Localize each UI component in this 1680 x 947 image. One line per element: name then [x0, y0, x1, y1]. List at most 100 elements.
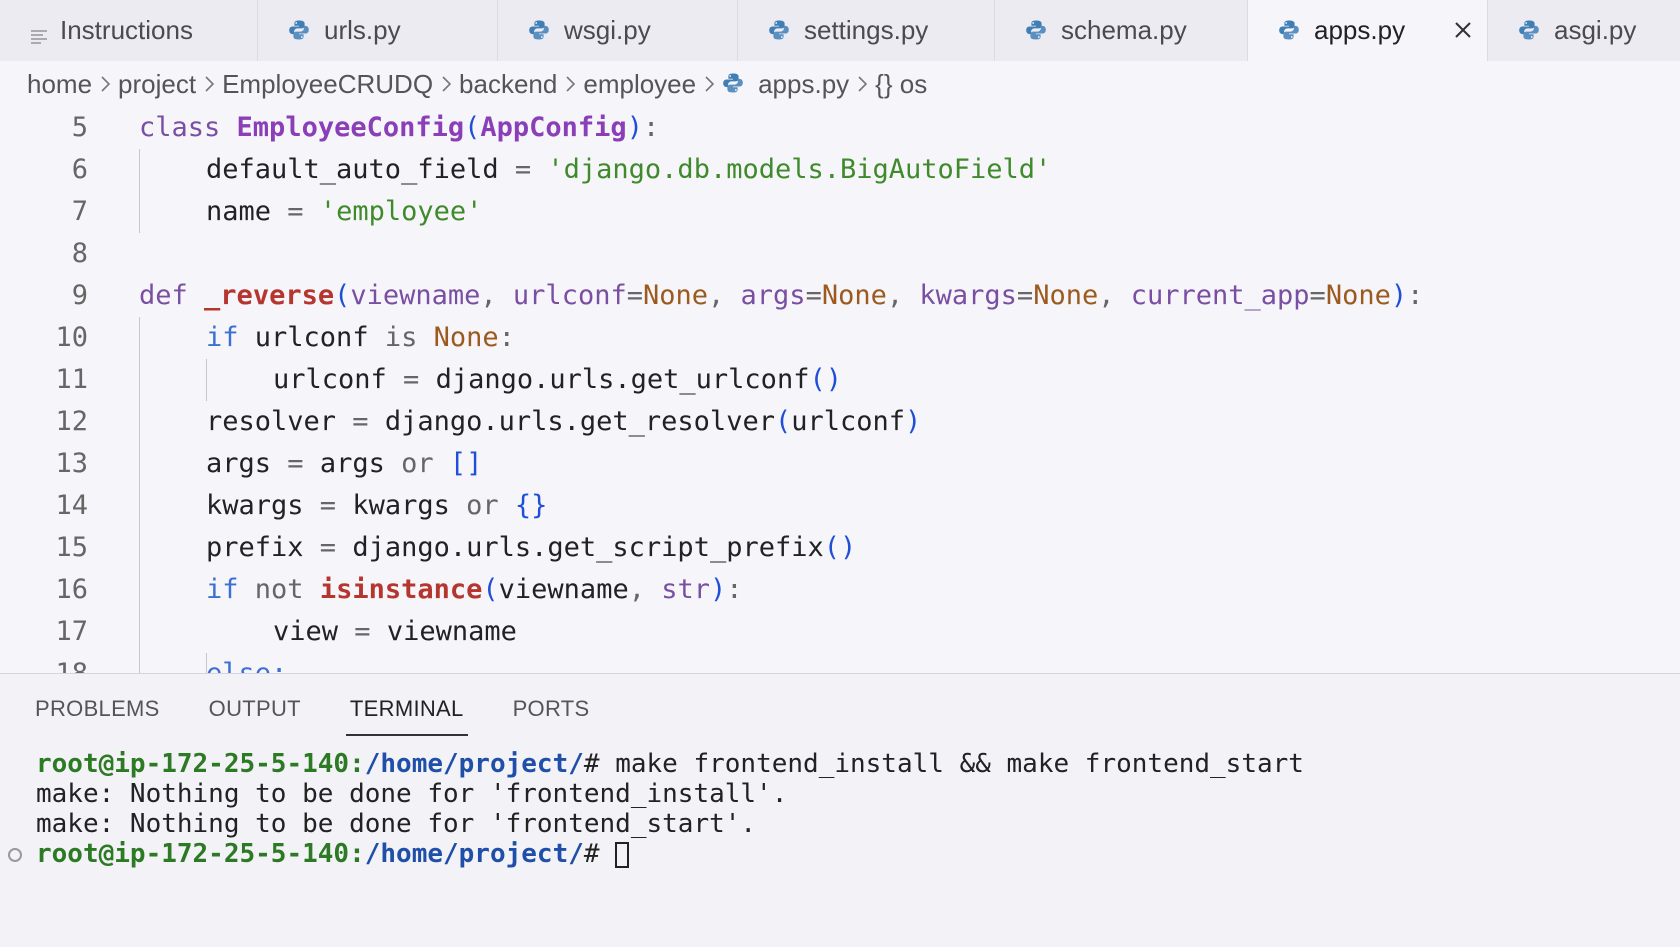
line-number: 9	[71, 280, 88, 311]
breadcrumb-label: backend	[459, 68, 558, 99]
tab-ports[interactable]: PORTS	[513, 696, 590, 736]
comma: ,	[708, 280, 741, 311]
breadcrumb-employee[interactable]: employee	[583, 69, 696, 100]
breadcrumb-label: employee	[583, 68, 697, 99]
paren: (	[774, 406, 792, 437]
comma: ,	[628, 574, 662, 605]
code-line: 8	[0, 233, 1680, 275]
breadcrumb-home[interactable]: home	[27, 69, 92, 100]
tab-asgi-py[interactable]: asgi.py	[1488, 0, 1680, 61]
tab-urls-py[interactable]: urls.py	[258, 0, 498, 61]
prompt-hash: #	[583, 749, 600, 779]
code-line: 13 args = args or []	[0, 443, 1680, 485]
breadcrumb-backend[interactable]: backend	[459, 69, 557, 100]
paren: )	[626, 112, 643, 143]
tab-label: settings.py	[804, 15, 929, 45]
tab-instructions[interactable]: Instructions	[0, 0, 258, 61]
python-icon	[1025, 19, 1049, 43]
variable: viewname	[386, 616, 517, 647]
code-editor[interactable]: 5 class EmployeeConfig(AppConfig): 6 def…	[0, 107, 1680, 673]
chevron-right-icon	[849, 75, 875, 93]
operator: =	[1016, 280, 1034, 311]
line-number: 6	[71, 154, 88, 185]
paren: (	[334, 280, 351, 311]
operator: =	[1309, 280, 1326, 311]
line-number: 14	[55, 490, 88, 521]
code-text: default_auto_field = 'django.db.models.B…	[206, 149, 1051, 191]
colon: :	[1407, 280, 1424, 311]
tab-schema-py[interactable]: schema.py	[995, 0, 1248, 61]
keyword: if	[206, 574, 239, 605]
none-literal: None	[642, 280, 709, 311]
terminal-line: root@ip-172-25-5-140:/home/project/# mak…	[36, 749, 1304, 779]
tab-wsgi-py[interactable]: wsgi.py	[498, 0, 738, 61]
variable: args	[319, 448, 385, 479]
parameter: viewname	[350, 280, 481, 311]
tab-output[interactable]: OUTPUT	[209, 696, 301, 736]
breadcrumb-apps-py[interactable]: apps.py	[722, 69, 849, 100]
operator: =	[303, 532, 353, 563]
code-text: args = args or []	[206, 443, 482, 485]
line-number: 18	[0, 653, 88, 673]
tab-settings-py[interactable]: settings.py	[738, 0, 995, 61]
bottom-panel: PROBLEMS OUTPUT TERMINAL PORTS root@ip-1…	[0, 673, 1680, 947]
argument: viewname	[498, 574, 629, 605]
chevron-right-icon	[696, 75, 722, 93]
prompt-path: /home/project/	[364, 839, 584, 869]
paren: )	[710, 574, 727, 605]
code-text: class EmployeeConfig(AppConfig):	[139, 107, 659, 149]
function-name: _reverse	[204, 280, 335, 311]
keyword: def	[139, 280, 188, 311]
code-text: else:	[206, 653, 287, 673]
operator: =	[386, 364, 436, 395]
class-name: EmployeeConfig	[236, 112, 465, 143]
python-icon	[1518, 19, 1542, 43]
close-icon[interactable]	[1453, 20, 1475, 42]
paren: )	[905, 406, 922, 437]
colon: :	[642, 112, 660, 143]
parameter: current_app	[1130, 280, 1310, 311]
paren: (	[482, 574, 499, 605]
code-line: 17 view = viewname	[0, 611, 1680, 653]
paren: )	[1390, 280, 1408, 311]
none-literal: None	[821, 280, 887, 311]
code-line: 14 kwargs = kwargs or {}	[0, 485, 1680, 527]
line-number: 5	[71, 112, 88, 143]
breadcrumb-employeecrudq[interactable]: EmployeeCRUDQ	[222, 69, 433, 100]
operator: is	[384, 322, 418, 353]
terminal[interactable]: root@ip-172-25-5-140:/home/project/# mak…	[36, 749, 1304, 869]
operator: =	[336, 406, 385, 437]
tab-terminal[interactable]: TERMINAL	[345, 696, 468, 736]
list-literal: []	[449, 448, 483, 479]
code-line: 15 prefix = django.urls.get_script_prefi…	[0, 527, 1680, 569]
line-number: 10	[55, 322, 88, 353]
variable: urlconf	[273, 364, 387, 395]
line-number: 15	[55, 532, 88, 563]
prompt-separator: :	[349, 749, 365, 779]
code-text: view = viewname	[273, 611, 517, 653]
code-line: 6 default_auto_field = 'django.db.models…	[0, 149, 1680, 191]
operator: or	[466, 490, 499, 521]
variable: args	[206, 448, 272, 479]
terminal-line: make: Nothing to be done for 'frontend_i…	[36, 779, 1304, 809]
tab-label: schema.py	[1061, 15, 1187, 45]
tab-apps-py[interactable]: apps.py	[1248, 0, 1488, 61]
builtin-type: str	[661, 574, 710, 605]
code-line: 9 def _reverse(viewname, urlconf=None, a…	[0, 275, 1680, 317]
comma: ,	[480, 280, 513, 311]
operator: =	[271, 196, 320, 227]
base-class: AppConfig	[480, 112, 627, 143]
parameter: kwargs	[919, 280, 1017, 311]
breadcrumb: home project EmployeeCRUDQ backend emplo…	[0, 61, 1680, 107]
tab-problems[interactable]: PROBLEMS	[35, 696, 160, 736]
string-literal: 'django.db.models.BigAutoField'	[547, 154, 1052, 185]
breadcrumb-project[interactable]: project	[118, 69, 196, 100]
operator: or	[401, 448, 434, 479]
operator: =	[805, 280, 822, 311]
code-text: if not isinstance(viewname, str):	[206, 569, 743, 611]
chevron-right-icon	[92, 75, 118, 93]
command-status-icon	[8, 848, 22, 862]
breadcrumb-symbol-os[interactable]: {} os	[875, 69, 927, 100]
code-line: 7 name = 'employee'	[0, 191, 1680, 233]
operator: not	[254, 574, 304, 605]
